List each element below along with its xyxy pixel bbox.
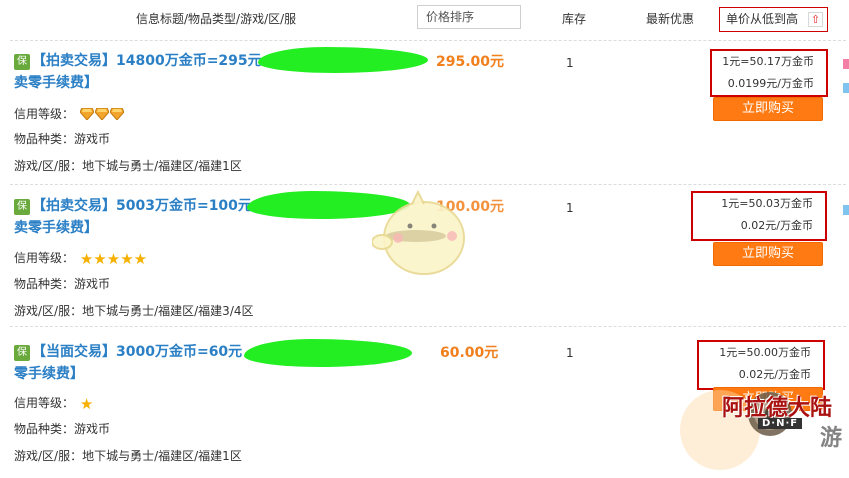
guarantee-badge: 保: [14, 199, 30, 215]
redaction-scribble: [244, 339, 412, 367]
up-arrow-icon: ⇧: [808, 12, 823, 27]
price-sort-button[interactable]: 价格排序: [417, 5, 521, 29]
item-type-label: 物品种类：: [14, 277, 75, 291]
listing-title-cont[interactable]: 卖零手续费】: [14, 218, 98, 238]
diamond-icon: [94, 108, 109, 120]
listing-title-cont[interactable]: 卖零手续费】: [14, 73, 98, 93]
server-value: 地下城与勇士/福建区/福建1区: [82, 449, 242, 463]
credit-star-icons: ★★★★★: [79, 250, 148, 268]
listing-title[interactable]: 保【拍卖交易】14800万金币=295元: [14, 51, 262, 71]
star-icon: ★: [106, 250, 121, 268]
credit-label: 信用等级：: [14, 396, 75, 410]
listing-title-text: 【当面交易】3000万金币=60元: [32, 344, 243, 360]
listing-stock: 1: [566, 201, 574, 215]
listing-title[interactable]: 保【拍卖交易】5003万金币=100元: [14, 196, 252, 216]
guarantee-badge: 保: [14, 54, 30, 70]
server-value: 地下城与勇士/福建区/福建1区: [82, 159, 242, 173]
game-server: 游戏/区/服：地下城与勇士/福建区/福建1区: [14, 157, 242, 174]
item-type-value: 游戏币: [74, 132, 111, 146]
item-type: 物品种类：游戏币: [14, 420, 110, 437]
unit-price-box: 1元=50.03万金币 0.02元/万金币: [691, 191, 827, 241]
item-type-label: 物品种类：: [14, 132, 75, 146]
star-icon: ★: [93, 250, 107, 268]
guarantee-badge: 保: [14, 345, 30, 361]
unit-price-per: 0.02元/万金币: [740, 219, 813, 232]
star-icon: ★: [133, 250, 148, 268]
edge-marker: [843, 83, 849, 93]
unit-price-sort-label: 单价从低到高: [726, 12, 799, 26]
buy-now-button[interactable]: 立即购买: [713, 242, 823, 266]
redaction-scribble: [258, 47, 428, 73]
mascot-watermark-icon: [372, 190, 465, 275]
column-stock: 库存: [562, 12, 587, 26]
game-server: 游戏/区/服：地下城与勇士/福建区/福建3/4区: [14, 302, 254, 319]
credit-label: 信用等级：: [14, 107, 75, 121]
item-type-value: 游戏币: [74, 422, 111, 436]
list-header: 信息标题/物品类型/游戏/区/服 价格排序 库存 最新优惠 单价从低到高 ⇧: [0, 0, 849, 40]
star-icon: ★: [120, 250, 134, 268]
site-suffix: 游: [820, 426, 843, 451]
unit-price-box: 1元=50.17万金币 0.0199元/万金币: [710, 49, 828, 97]
diamond-icon: [109, 108, 124, 120]
listing-row: 保【拍卖交易】14800万金币=295元 卖零手续费】 295.00元 1 信用…: [0, 41, 849, 184]
credit-diamond-icons: [79, 108, 125, 123]
column-promo: 最新优惠: [646, 12, 695, 26]
server-label: 游戏/区/服：: [14, 159, 83, 173]
item-type-label: 物品种类：: [14, 422, 75, 436]
unit-price-per: 0.0199元/万金币: [727, 77, 814, 90]
star-icon: ★: [79, 250, 94, 268]
listing-title-text: 【拍卖交易】5003万金币=100元: [32, 198, 252, 214]
listing-price: 295.00元: [436, 54, 505, 70]
item-type-value: 游戏币: [74, 277, 111, 291]
unit-price-sort-button[interactable]: 单价从低到高 ⇧: [719, 7, 828, 32]
listing-price: 60.00元: [440, 345, 499, 361]
star-icon: ★: [79, 395, 94, 413]
server-label: 游戏/区/服：: [14, 304, 83, 318]
credit-level: 信用等级：: [14, 105, 125, 123]
server-label: 游戏/区/服：: [14, 449, 83, 463]
item-type: 物品种类：游戏币: [14, 130, 110, 147]
listing-title-cont[interactable]: 零手续费】: [14, 364, 84, 384]
listing-stock: 1: [566, 346, 574, 360]
credit-star-icons: ★: [79, 395, 94, 413]
edge-marker: [843, 59, 849, 69]
listing-stock: 1: [566, 56, 574, 70]
site-logo-watermark: 阿拉德大陆 D·N·F 游: [680, 370, 849, 478]
unit-price-rate: 1元=50.17万金币: [722, 55, 814, 68]
listing-title-text: 【拍卖交易】14800万金币=295元: [32, 53, 262, 69]
column-title-info: 信息标题/物品类型/游戏/区/服: [136, 12, 297, 26]
unit-price-rate: 1元=50.00万金币: [719, 346, 811, 359]
server-value: 地下城与勇士/福建区/福建3/4区: [82, 304, 254, 318]
listing-title[interactable]: 保【当面交易】3000万金币=60元: [14, 342, 242, 362]
diamond-icon: [79, 108, 94, 120]
logo-subtext: D·N·F: [758, 418, 803, 429]
item-type: 物品种类：游戏币: [14, 275, 110, 292]
edge-marker: [843, 205, 849, 215]
credit-label: 信用等级：: [14, 251, 75, 265]
game-server: 游戏/区/服：地下城与勇士/福建区/福建1区: [14, 447, 242, 464]
buy-now-button[interactable]: 立即购买: [713, 97, 823, 121]
credit-level: 信用等级： ★★★★★: [14, 249, 147, 267]
credit-level: 信用等级： ★: [14, 394, 93, 412]
unit-price-rate: 1元=50.03万金币: [721, 197, 813, 210]
